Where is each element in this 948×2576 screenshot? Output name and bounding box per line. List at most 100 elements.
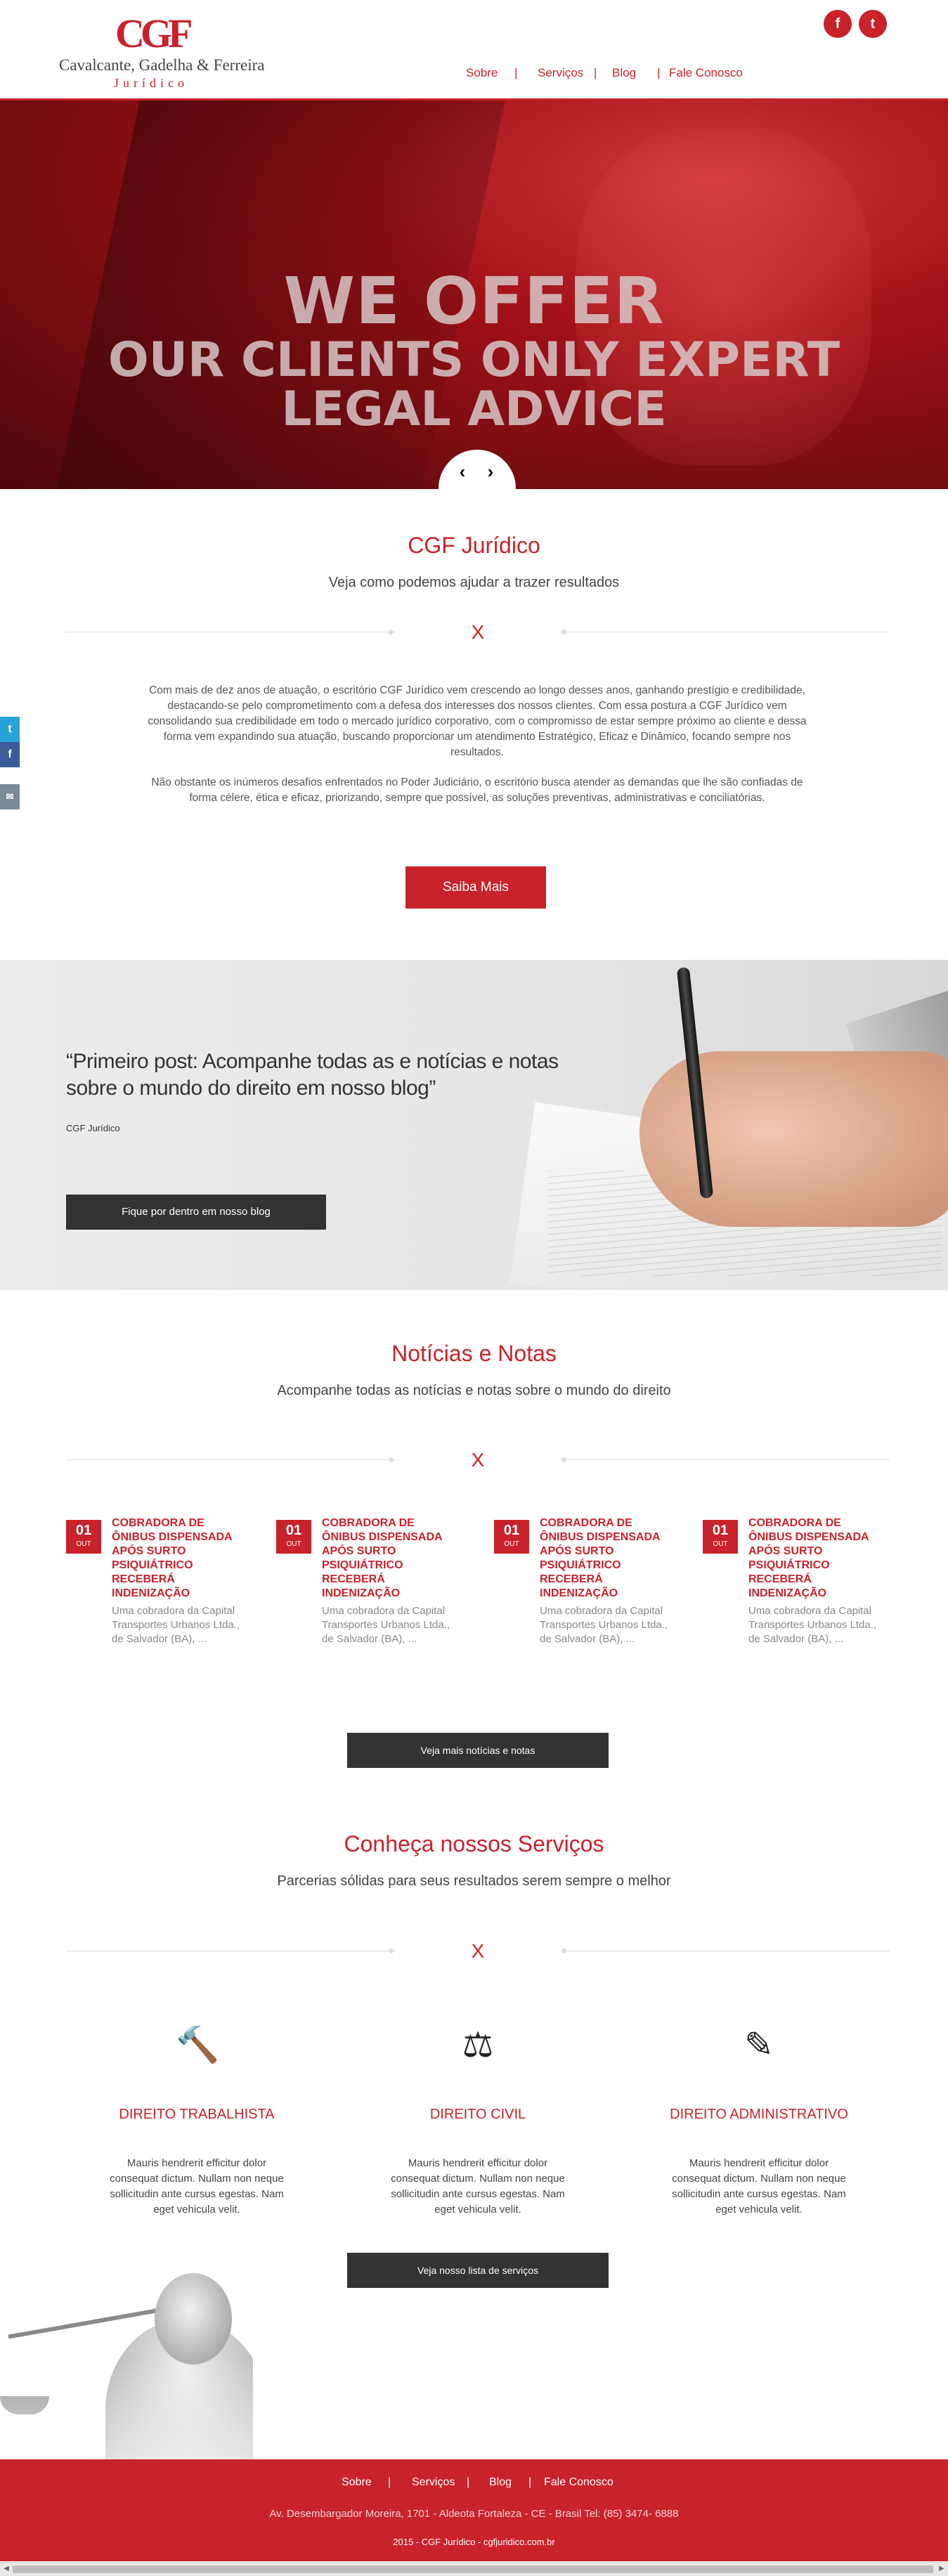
footer-link-blog[interactable]: Blog <box>489 2476 512 2489</box>
divider-x-mark: X <box>471 1449 485 1471</box>
blog-quote: “Primeiro post: Acompanhe todas as e not… <box>66 1050 559 1100</box>
blog-banner <box>0 960 948 1290</box>
services-subtitle: Parcerias sólidas para seus resultados s… <box>277 1873 671 1889</box>
gavel-icon: 🔨 <box>176 2025 220 2064</box>
service-title[interactable]: DIREITO ADMINISTRATIVO <box>618 2107 900 2123</box>
hero-headline-line2: OUR CLIENTS ONLY EXPERT <box>108 332 840 388</box>
hero-slider[interactable]: WE OFFER OUR CLIENTS ONLY EXPERT LEGAL A… <box>0 100 948 489</box>
divider-line <box>66 1459 396 1460</box>
scales-icon: ⚖ <box>462 2025 494 2064</box>
service-description: Mauris hendrerit efficitur dolor consequ… <box>110 2157 284 2216</box>
hero-headline-line3: LEGAL ADVICE <box>281 382 667 437</box>
scrollbar-thumb[interactable] <box>13 2565 933 2573</box>
divider-dot <box>389 1949 394 1953</box>
divider-line <box>561 1459 890 1460</box>
footer-separator: | <box>388 2476 391 2488</box>
nav-separator: | <box>514 66 518 79</box>
news-excerpt: Uma cobradora da Capital Transportes Urb… <box>748 1605 877 1645</box>
divider-x-mark: X <box>471 621 485 643</box>
section-divider: X <box>66 1450 890 1471</box>
news-excerpt: Uma cobradora da Capital Transportes Urb… <box>540 1605 668 1645</box>
nav-link-sobre[interactable]: Sobre <box>466 66 498 80</box>
chevron-right-icon[interactable]: › <box>482 462 499 481</box>
news-title-link[interactable]: COBRADORA DE ÔNIBUS DISPENSADA APÓS SURT… <box>540 1516 677 1601</box>
about-paragraph-1: Com mais de dez anos de atuação, o escri… <box>148 684 807 758</box>
service-item-civil[interactable]: ⚖ DIREITO CIVIL Mauris hendrerit efficit… <box>337 2024 618 2220</box>
date-month: OUT <box>504 1540 519 1548</box>
service-item-trabalhista[interactable]: 🔨 DIREITO TRABALHISTA Mauris hendrerit e… <box>56 2024 337 2220</box>
date-day: 01 <box>285 1523 302 1538</box>
news-excerpt: Uma cobradora da Capital Transportes Urb… <box>322 1605 450 1645</box>
service-description: Mauris hendrerit efficitur dolor consequ… <box>672 2157 846 2216</box>
services-list-button[interactable]: Veja nosso lista de serviços <box>347 2253 609 2288</box>
date-day: 01 <box>712 1523 729 1538</box>
date-badge: 01 OUT <box>703 1520 738 1554</box>
twitter-share-icon[interactable]: t <box>0 717 20 742</box>
date-month: OUT <box>286 1540 301 1548</box>
news-excerpt: Uma cobradora da Capital Transportes Urb… <box>112 1605 240 1645</box>
slider-controls: ‹ › <box>439 450 516 489</box>
news-item[interactable]: 01 OUT COBRADORA DE ÔNIBUS DISPENSADA APÓ… <box>66 1516 249 1657</box>
news-title: Notícias e Notas <box>391 1341 557 1366</box>
service-description: Mauris hendrerit efficitur dolor consequ… <box>391 2157 565 2216</box>
news-title-link[interactable]: COBRADORA DE ÔNIBUS DISPENSADA APÓS SURT… <box>748 1516 885 1601</box>
footer-link-servicos[interactable]: Serviços <box>412 2476 455 2489</box>
footer-separator: | <box>528 2476 532 2488</box>
scroll-right-icon[interactable]: ▶ <box>937 2564 947 2574</box>
more-news-button[interactable]: Veja mais notícias e notas <box>347 1733 609 1768</box>
date-month: OUT <box>76 1540 91 1548</box>
nav-separator: | <box>594 66 597 79</box>
document-icon: ✎ <box>744 2025 774 2064</box>
nav-link-fale-conosco[interactable]: Fale Conosco <box>669 66 743 80</box>
footer-address: Av. Desembargador Moreira, 1701 - Aldeot… <box>269 2508 679 2520</box>
email-share-icon[interactable]: ✉ <box>0 784 20 809</box>
about-paragraph-2: Não obstante os inúmeros desafios enfren… <box>151 776 803 804</box>
divider-dot <box>389 1457 394 1462</box>
services-title: Conheça nossos Serviços <box>344 1831 604 1856</box>
divider-dot <box>389 630 394 635</box>
news-subtitle: Acompanhe todas as notícias e notas sobr… <box>277 1383 671 1398</box>
logo-mark: CGF <box>115 11 193 56</box>
justice-statue-image <box>0 2235 253 2459</box>
service-title[interactable]: DIREITO TRABALHISTA <box>56 2107 337 2123</box>
date-month: OUT <box>713 1540 728 1548</box>
service-title[interactable]: DIREITO CIVIL <box>337 2107 618 2123</box>
logo-firm-name: Cavalcante, Gadelha & Ferreira <box>59 56 265 74</box>
section-divider: X <box>66 1941 890 1962</box>
nav-separator: | <box>657 66 661 79</box>
about-subtitle: Veja como podemos ajudar a trazer result… <box>328 575 620 590</box>
date-day: 01 <box>75 1523 92 1538</box>
nav-link-servicos[interactable]: Serviços <box>538 66 583 80</box>
site-header: CGF Cavalcante, Gadelha & Ferreira Juríd… <box>0 0 948 100</box>
about-title: CGF Jurídico <box>408 533 540 558</box>
blog-button[interactable]: Fique por dentro em nosso blog <box>66 1195 326 1230</box>
date-day: 01 <box>503 1523 520 1538</box>
section-divider: X <box>66 622 890 643</box>
twitter-icon[interactable]: t <box>859 10 887 38</box>
facebook-share-icon[interactable]: f <box>0 742 20 767</box>
news-title-link[interactable]: COBRADORA DE ÔNIBUS DISPENSADA APÓS SURT… <box>322 1516 459 1601</box>
footer-separator: | <box>467 2476 470 2488</box>
site-footer: Sobre | Serviços | Blog | Fale Conosco A… <box>0 2459 948 2561</box>
site-logo[interactable]: CGF Cavalcante, Gadelha & Ferreira Juríd… <box>59 11 264 91</box>
footer-copyright: 2015 - CGF Jurídico - cgfjuridico.com.br <box>393 2537 555 2547</box>
footer-link-fale-conosco[interactable]: Fale Conosco <box>544 2476 613 2489</box>
hero-headline-line1: WE OFFER <box>283 264 665 339</box>
footer-link-sobre[interactable]: Sobre <box>342 2476 372 2489</box>
saiba-mais-button[interactable]: Saiba Mais <box>405 866 546 909</box>
date-badge: 01 OUT <box>494 1520 529 1554</box>
news-item[interactable]: 01 OUT COBRADORA DE ÔNIBUS DISPENSADA APÓ… <box>703 1516 885 1657</box>
news-item[interactable]: 01 OUT COBRADORA DE ÔNIBUS DISPENSADA APÓ… <box>494 1516 677 1657</box>
chevron-left-icon[interactable]: ‹ <box>454 462 471 481</box>
date-badge: 01 OUT <box>276 1520 311 1554</box>
date-badge: 01 OUT <box>66 1520 101 1554</box>
news-item[interactable]: 01 OUT COBRADORA DE ÔNIBUS DISPENSADA APÓ… <box>276 1516 459 1657</box>
news-title-link[interactable]: COBRADORA DE ÔNIBUS DISPENSADA APÓS SURT… <box>112 1516 249 1601</box>
hand-image <box>639 1051 948 1227</box>
scroll-left-icon[interactable]: ◀ <box>1 2564 11 2574</box>
horizontal-scrollbar[interactable]: ◀ ▶ <box>0 2562 948 2576</box>
service-item-administrativo[interactable]: ✎ DIREITO ADMINISTRATIVO Mauris hendreri… <box>618 2024 900 2220</box>
nav-link-blog[interactable]: Blog <box>612 66 636 80</box>
divider-x-mark: X <box>471 1940 485 1962</box>
facebook-icon[interactable]: f <box>824 10 852 38</box>
